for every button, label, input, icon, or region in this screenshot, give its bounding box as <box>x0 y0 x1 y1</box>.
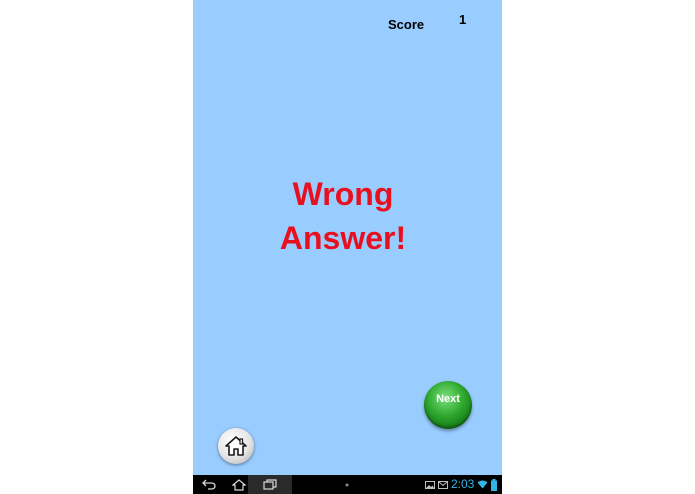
next-button-label: Next <box>436 393 460 405</box>
recent-apps-button[interactable] <box>262 477 278 492</box>
nav-home-icon <box>232 478 246 491</box>
next-button[interactable]: Next <box>424 381 472 429</box>
battery-icon <box>491 478 497 491</box>
recent-apps-icon <box>263 479 277 490</box>
result-line-2: Answer! <box>279 220 407 256</box>
result-message: Wrong Answer! <box>193 172 493 260</box>
game-screen: Score 1 Wrong Answer! Next <box>193 0 502 475</box>
back-icon <box>202 479 216 490</box>
mail-notification <box>437 477 448 492</box>
home-button[interactable] <box>218 428 254 464</box>
system-nav-bar: 2:03 <box>193 475 502 494</box>
nav-home-button[interactable] <box>231 477 247 492</box>
back-button[interactable] <box>201 477 217 492</box>
nav-dot <box>343 477 351 492</box>
gallery-notification <box>424 477 435 492</box>
battery-status <box>490 477 498 492</box>
status-clock: 2:03 <box>451 477 475 491</box>
score-value: 1 <box>459 12 467 27</box>
result-line-1: Wrong <box>292 176 394 212</box>
wifi-icon <box>477 480 488 489</box>
score-label: Score <box>388 17 425 32</box>
wifi-status <box>477 477 488 492</box>
mail-icon <box>437 480 448 489</box>
gallery-icon <box>424 480 435 489</box>
device-frame: Score 1 Wrong Answer! Next 2:03 <box>193 0 502 494</box>
home-icon <box>225 436 247 456</box>
